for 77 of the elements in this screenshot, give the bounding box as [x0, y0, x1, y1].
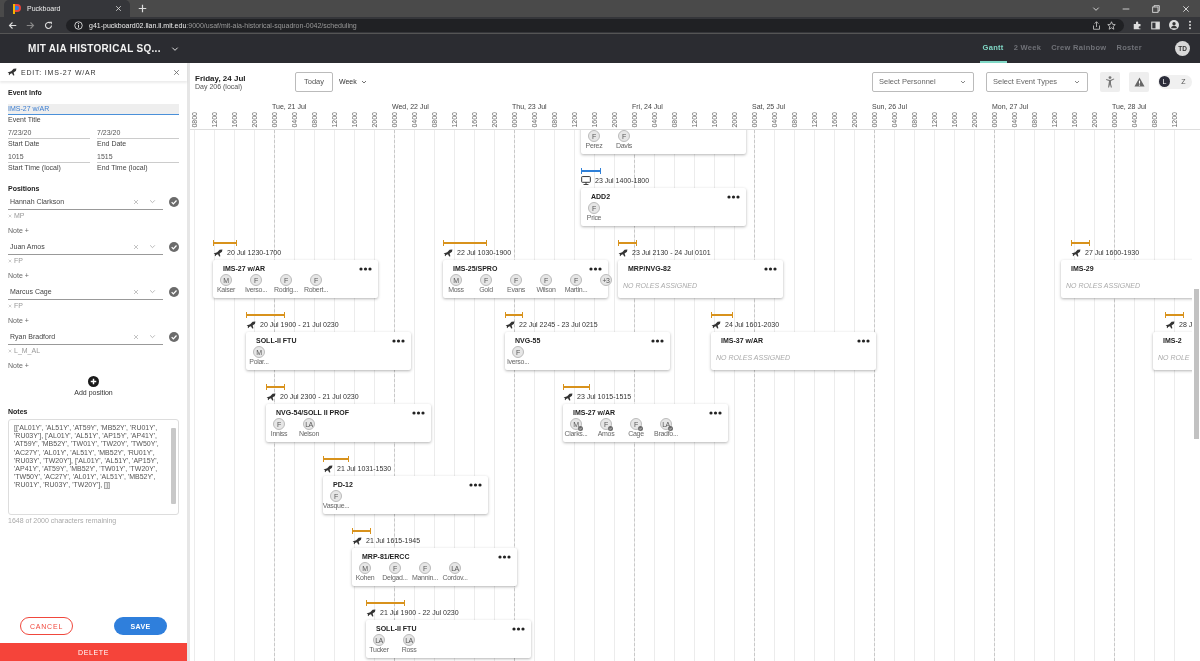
check-circle-icon[interactable]: [169, 287, 179, 297]
check-badge-icon: [608, 426, 613, 431]
more-icon[interactable]: [857, 338, 870, 343]
kebab-menu-icon[interactable]: [1188, 20, 1192, 30]
plane-icon: [7, 68, 17, 76]
check-circle-icon[interactable]: [169, 197, 179, 207]
plane-icon: [1165, 320, 1175, 329]
more-icon[interactable]: [512, 626, 525, 631]
profile-icon[interactable]: [1169, 20, 1179, 30]
new-tab-icon[interactable]: [138, 4, 147, 13]
puzzle-icon[interactable]: [1133, 20, 1142, 30]
chevron-down-icon: [360, 78, 367, 85]
logo-icon: [12, 3, 21, 14]
time-range-bar: [366, 600, 405, 606]
restore-icon[interactable]: [1152, 4, 1160, 13]
back-icon[interactable]: [8, 20, 17, 30]
more-icon[interactable]: [469, 482, 482, 487]
plane-icon: [323, 464, 333, 473]
plane-icon: [213, 248, 223, 257]
star-icon[interactable]: [1107, 20, 1116, 30]
scrollbar[interactable]: [171, 428, 176, 504]
warnings-button[interactable]: [1129, 71, 1149, 92]
chevron-down-icon[interactable]: [1092, 4, 1100, 13]
sidebar-icon[interactable]: [1151, 20, 1160, 30]
time-range-bar: [213, 240, 237, 246]
check-badge-icon: [668, 426, 673, 431]
more-icon[interactable]: [359, 266, 372, 271]
more-icon[interactable]: [764, 266, 777, 271]
forward-icon[interactable]: [26, 20, 35, 30]
person-icon: [1105, 75, 1115, 88]
info-icon[interactable]: [74, 20, 83, 30]
plane-icon: [711, 320, 721, 329]
time-range-bar: [563, 384, 590, 390]
warning-icon: [1133, 76, 1145, 87]
more-icon[interactable]: [727, 194, 740, 199]
check-badge-icon: [578, 426, 583, 431]
plane-icon: [352, 536, 362, 545]
plane-icon: [505, 320, 515, 329]
more-icon[interactable]: [412, 410, 425, 415]
more-icon[interactable]: [392, 338, 405, 343]
time-range-bar: [323, 456, 349, 462]
chevron-down-icon: [1074, 78, 1080, 85]
share-icon[interactable]: [1092, 20, 1101, 30]
check-circle-icon[interactable]: [169, 242, 179, 252]
check-circle-icon[interactable]: [169, 332, 179, 342]
more-icon[interactable]: [589, 266, 602, 271]
current-date: Friday, 24 Jul: [195, 73, 247, 83]
time-range-bar: [505, 312, 523, 318]
add-icon[interactable]: [88, 376, 99, 387]
check-badge-icon: [638, 426, 643, 431]
time-range-bar: [711, 312, 733, 318]
time-range-bar: [1071, 240, 1090, 246]
time-range-bar: [443, 240, 487, 246]
more-icon[interactable]: [651, 338, 664, 343]
time-range-bar: [246, 312, 285, 318]
time-range-bar: [352, 528, 371, 534]
monitor-icon: [581, 176, 591, 185]
time-range-bar: [618, 240, 637, 246]
plane-icon: [366, 608, 376, 617]
more-icon[interactable]: [709, 410, 722, 415]
plane-icon: [618, 248, 628, 257]
filter-person-button[interactable]: [1100, 71, 1120, 92]
more-icon[interactable]: [498, 554, 511, 559]
plane-icon: [443, 248, 453, 257]
notes-field[interactable]: [8, 419, 179, 515]
plane-icon: [266, 392, 276, 401]
time-range-bar: [581, 168, 601, 174]
reload-icon[interactable]: [44, 20, 53, 30]
plane-icon: [1071, 248, 1081, 257]
chevron-down-icon[interactable]: [170, 44, 179, 53]
scrollbar[interactable]: [1194, 289, 1199, 439]
time-range-bar: [266, 384, 285, 390]
close-icon[interactable]: [173, 68, 180, 76]
plane-icon: [246, 320, 256, 329]
chevron-down-icon: [960, 78, 966, 85]
plane-icon: [563, 392, 573, 401]
time-range-bar: [1165, 312, 1184, 318]
